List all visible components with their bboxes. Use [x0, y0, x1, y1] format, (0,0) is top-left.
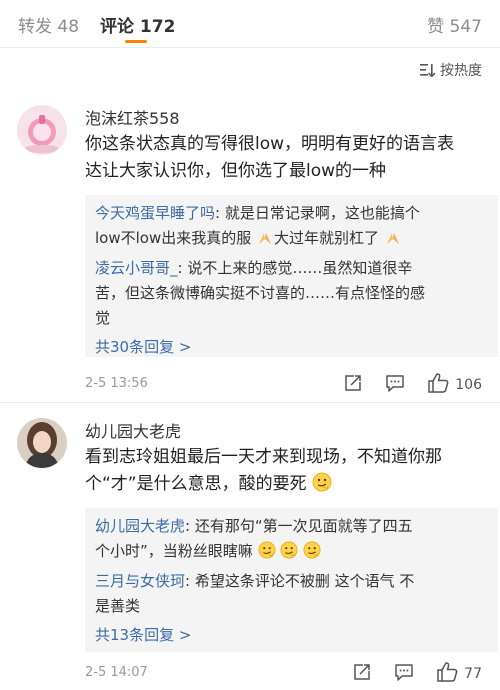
- repost-button[interactable]: [352, 662, 372, 686]
- tab-repost[interactable]: 转发 48: [18, 12, 79, 37]
- reply-text: 大过年就别杠了: [274, 229, 380, 247]
- avatar[interactable]: [17, 418, 67, 468]
- active-tab-indicator: [125, 40, 147, 43]
- reply-username[interactable]: 凌云小哥哥_: [95, 259, 178, 277]
- reply-button[interactable]: [394, 662, 414, 686]
- comment-meta: 2-5 14:07 77: [85, 662, 490, 686]
- tab-like[interactable]: 赞 547: [427, 12, 482, 37]
- reply-text: : 就是日常记录啊，这也能搞个: [215, 204, 420, 222]
- reply-item[interactable]: 今天鸡蛋早睡了吗: 就是日常记录啊，这也能搞个 low不low出来我真的服 大过…: [95, 201, 488, 254]
- like-button[interactable]: 77: [436, 662, 482, 686]
- divider: [0, 47, 500, 48]
- repost-icon: [352, 662, 372, 686]
- like-count: 77: [464, 666, 482, 682]
- reply-text: : 说不上来的感觉……虽然知道很辛: [177, 259, 413, 277]
- reply-item[interactable]: 三月与女侠珂: 希望这条评论不被删 这个语气 不 是善类: [95, 569, 488, 619]
- like-button[interactable]: 106: [427, 373, 482, 397]
- praying-hands-icon: [384, 229, 402, 254]
- comment-text-line: 个“才”是什么意思，酸的要死: [85, 474, 307, 494]
- repost-button[interactable]: [343, 373, 363, 397]
- tab-bar: 转发 48 评论 172 赞 547: [0, 0, 500, 48]
- sort-label: 按热度: [440, 63, 482, 79]
- reply-button[interactable]: [385, 373, 405, 397]
- view-all-replies-link[interactable]: 共30条回复 >: [95, 335, 488, 360]
- comment-time: 2-5 14:07: [85, 665, 148, 680]
- reply-box[interactable]: 幼儿园大老虎: 还有那句“第一次见面就等了四五 个小时”，当粉丝眼瞎嘛 三月与女…: [85, 508, 498, 652]
- thumbs-up-icon: [427, 373, 449, 397]
- smirk-face-icon: [312, 472, 332, 501]
- reply-text: 是善类: [95, 597, 141, 615]
- smirk-face-icon: [280, 541, 298, 567]
- avatar[interactable]: [17, 105, 67, 155]
- reply-username[interactable]: 三月与女侠珂: [95, 572, 185, 590]
- comment-text-line: 看到志玲姐姐最后一天才来到现场，不知道你那: [85, 447, 442, 467]
- reply-text: 个小时”，当粉丝眼瞎嘛: [95, 542, 253, 560]
- reply-username[interactable]: 今天鸡蛋早睡了吗: [95, 204, 215, 222]
- reply-username[interactable]: 幼儿园大老虎: [95, 517, 185, 535]
- reply-text: : 还有那句“第一次见面就等了四五: [185, 517, 413, 535]
- comment-icon: [385, 373, 405, 397]
- comment-text: 看到志玲姐姐最后一天才来到现场，不知道你那 个“才”是什么意思，酸的要死: [85, 444, 490, 501]
- smirk-face-icon: [303, 541, 321, 567]
- view-all-replies-link[interactable]: 共13条回复 >: [95, 623, 488, 648]
- smirk-face-icon: [258, 541, 276, 567]
- like-count: 106: [455, 377, 482, 393]
- comment-text-line: 达让大家认识你，但你选了最low的一种: [85, 161, 387, 181]
- comment-text-line: 你这条状态真的写得很low，明明有更好的语言表: [85, 134, 455, 154]
- tab-comment[interactable]: 评论 172: [100, 12, 175, 37]
- thumbs-up-icon: [436, 662, 458, 686]
- reply-text: 苦，但这条微博确实挺不讨喜的……有点怪怪的感: [95, 284, 426, 302]
- reply-box[interactable]: 今天鸡蛋早睡了吗: 就是日常记录啊，这也能搞个 low不low出来我真的服 大过…: [85, 195, 498, 357]
- reply-text: : 希望这条评论不被删 这个语气 不: [185, 572, 415, 590]
- repost-icon: [343, 373, 363, 397]
- comment-icon: [394, 662, 414, 686]
- comment-time: 2-5 13:56: [85, 376, 148, 391]
- praying-hands-icon: [256, 229, 274, 254]
- comment-text: 你这条状态真的写得很low，明明有更好的语言表 达让大家认识你，但你选了最low…: [85, 131, 490, 185]
- reply-item[interactable]: 凌云小哥哥_: 说不上来的感觉……虽然知道很辛 苦，但这条微博确实挺不讨喜的………: [95, 256, 488, 331]
- reply-text: 觉: [95, 309, 111, 327]
- reply-text: low不low出来我真的服: [95, 229, 252, 247]
- comment-meta: 2-5 13:56 106: [85, 373, 490, 397]
- comment-username[interactable]: 泡沫红茶558: [85, 105, 180, 129]
- sort-icon: [420, 63, 436, 77]
- sort-by-hot-button[interactable]: 按热度: [420, 60, 482, 80]
- divider: [0, 402, 500, 403]
- reply-item[interactable]: 幼儿园大老虎: 还有那句“第一次见面就等了四五 个小时”，当粉丝眼瞎嘛: [95, 514, 488, 567]
- comment-username[interactable]: 幼儿园大老虎: [85, 418, 181, 442]
